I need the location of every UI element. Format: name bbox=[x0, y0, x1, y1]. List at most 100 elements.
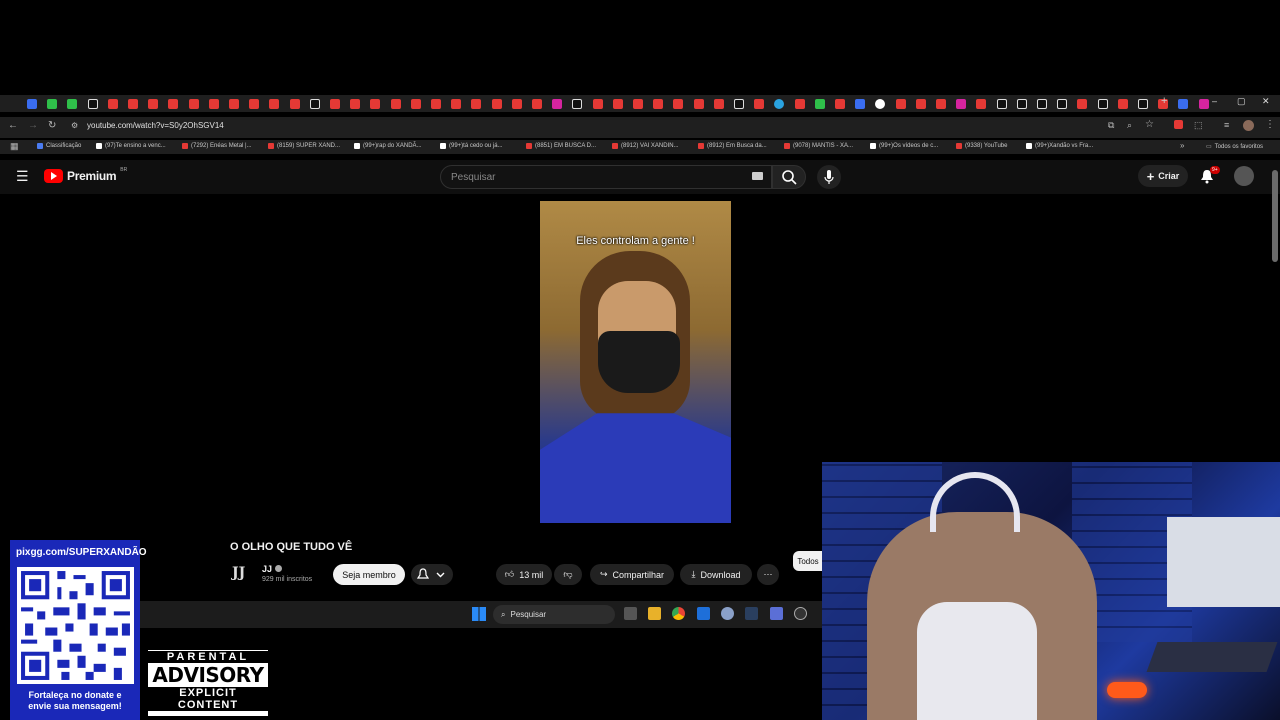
browser-tab[interactable] bbox=[249, 99, 260, 109]
browser-tab[interactable] bbox=[1016, 99, 1027, 109]
browser-tab[interactable] bbox=[269, 99, 280, 109]
more-bookmarks-icon[interactable]: » bbox=[1180, 141, 1184, 150]
bookmark-star-icon[interactable]: ☆ bbox=[1145, 119, 1154, 130]
share-button[interactable]: ↪ Compartilhar bbox=[590, 564, 674, 585]
browser-tab[interactable] bbox=[814, 99, 825, 109]
browser-tab[interactable] bbox=[511, 99, 522, 109]
all-favorites[interactable]: ▭ Todos os favoritos bbox=[1206, 143, 1263, 151]
new-tab-icon[interactable]: + bbox=[1161, 95, 1167, 107]
subscription-bell-button[interactable] bbox=[411, 564, 453, 585]
browser-tab[interactable] bbox=[592, 99, 603, 109]
browser-tab[interactable] bbox=[794, 99, 805, 109]
browser-tab[interactable] bbox=[1097, 99, 1108, 109]
browser-tab[interactable] bbox=[188, 99, 199, 109]
browser-tab[interactable] bbox=[148, 99, 159, 109]
back-icon[interactable]: ← bbox=[8, 120, 18, 131]
browser-tab[interactable] bbox=[1117, 99, 1128, 109]
media-icon[interactable]: ≡ bbox=[1224, 120, 1229, 130]
voice-search-button[interactable] bbox=[817, 165, 841, 189]
browser-tab[interactable] bbox=[128, 99, 138, 109]
file-explorer-icon[interactable] bbox=[648, 607, 661, 620]
steam-icon[interactable] bbox=[745, 607, 758, 620]
extensions-icon[interactable]: ⬚ bbox=[1194, 120, 1203, 131]
forward-icon[interactable]: → bbox=[28, 120, 38, 131]
browser-tab[interactable] bbox=[1057, 99, 1068, 109]
bookmark-item[interactable]: (99+)tá cedo ou já... bbox=[440, 143, 503, 149]
browser-tab[interactable] bbox=[713, 99, 724, 109]
filter-chip-all[interactable]: Todos bbox=[793, 551, 823, 571]
browser-tab[interactable] bbox=[895, 99, 906, 109]
browser-tab[interactable] bbox=[633, 99, 643, 109]
download-button[interactable]: ⤓ Download bbox=[680, 564, 752, 585]
browser-tab[interactable] bbox=[491, 99, 502, 109]
url-field[interactable]: youtube.com/watch?v=S0y2OhSGV14 bbox=[87, 121, 224, 130]
create-button[interactable]: + Criar bbox=[1138, 165, 1188, 187]
obs-icon[interactable] bbox=[794, 607, 807, 620]
browser-tab[interactable] bbox=[774, 99, 785, 109]
more-actions-button[interactable]: ⋯ bbox=[757, 564, 779, 585]
video-player[interactable]: Eles controlam a gente ! bbox=[540, 201, 731, 523]
browser-tab[interactable] bbox=[754, 99, 765, 109]
browser-tab[interactable] bbox=[27, 99, 37, 109]
close-window-icon[interactable]: ✕ bbox=[1262, 96, 1270, 107]
browser-tab[interactable] bbox=[552, 99, 563, 109]
browser-tab[interactable] bbox=[532, 99, 542, 109]
channel-name[interactable]: JJ bbox=[262, 564, 282, 574]
bookmark-item[interactable]: (99+)rap do XANDÃ... bbox=[354, 143, 422, 149]
windows-start-icon[interactable] bbox=[472, 607, 486, 621]
search-button[interactable] bbox=[772, 165, 806, 189]
bookmark-item[interactable]: (8912) Em Busca da... bbox=[698, 143, 767, 149]
bookmark-item[interactable]: (8912) VAI XANDIN... bbox=[612, 143, 679, 149]
bookmark-item[interactable]: (99+)Os vídeos de c... bbox=[870, 143, 938, 149]
browser-tab[interactable] bbox=[693, 99, 704, 109]
browser-tab[interactable] bbox=[1138, 99, 1148, 109]
browser-tab[interactable] bbox=[229, 99, 239, 109]
bookmark-item[interactable]: Classificação bbox=[37, 143, 81, 149]
keyboard-icon[interactable] bbox=[752, 172, 763, 180]
browser-tab[interactable] bbox=[390, 99, 401, 109]
browser-tab[interactable] bbox=[734, 99, 744, 109]
join-button[interactable]: Seja membro bbox=[333, 564, 405, 585]
bookmark-item[interactable]: (9338) YouTube bbox=[956, 143, 1007, 149]
browser-tab[interactable] bbox=[835, 99, 845, 109]
search-input[interactable]: Pesquisar bbox=[440, 165, 772, 189]
app-icon[interactable] bbox=[697, 607, 710, 620]
browser-tab[interactable] bbox=[168, 99, 179, 109]
bookmark-item[interactable]: (99+)Xandão vs Fra... bbox=[1026, 143, 1093, 149]
browser-tab[interactable] bbox=[1178, 99, 1189, 109]
minimize-icon[interactable]: – bbox=[1212, 96, 1217, 106]
install-app-icon[interactable]: ⧉ bbox=[1108, 120, 1114, 131]
app-icon[interactable] bbox=[770, 607, 783, 620]
browser-tab[interactable] bbox=[431, 99, 441, 109]
browser-tab[interactable] bbox=[67, 99, 78, 109]
browser-tab[interactable] bbox=[1077, 99, 1088, 109]
site-info-icon[interactable]: ⚙ bbox=[71, 121, 78, 130]
task-view-icon[interactable] bbox=[624, 607, 637, 620]
menu-icon[interactable]: ☰ bbox=[16, 168, 29, 185]
browser-tab[interactable] bbox=[47, 99, 58, 109]
browser-menu-icon[interactable]: ⋮ bbox=[1265, 119, 1275, 130]
browser-tab[interactable] bbox=[350, 99, 361, 109]
channel-logo[interactable]: JJ bbox=[232, 565, 252, 583]
bookmark-item[interactable]: (97)Te ensino a venc... bbox=[96, 143, 166, 149]
youtube-logo[interactable]: Premium BR bbox=[44, 167, 127, 183]
browser-tab[interactable] bbox=[370, 99, 381, 109]
apps-grid-icon[interactable]: ▦ bbox=[10, 141, 19, 152]
bookmark-item[interactable]: (8159) SUPER XAND... bbox=[268, 143, 340, 149]
browser-tab[interactable] bbox=[289, 99, 300, 109]
browser-tab[interactable] bbox=[572, 99, 583, 109]
scrollbar[interactable] bbox=[1272, 170, 1278, 262]
maximize-icon[interactable]: ▢ bbox=[1237, 96, 1246, 107]
like-button[interactable]: 👍︎ 13 mil bbox=[496, 564, 552, 585]
browser-tab[interactable] bbox=[208, 99, 219, 109]
browser-tab[interactable] bbox=[612, 99, 623, 109]
browser-tab[interactable] bbox=[1198, 99, 1209, 109]
browser-tab[interactable] bbox=[471, 99, 482, 109]
profile-avatar[interactable] bbox=[1243, 120, 1254, 131]
browser-tab[interactable] bbox=[855, 99, 866, 109]
browser-tab[interactable] bbox=[330, 99, 340, 109]
reload-icon[interactable]: ↻ bbox=[48, 120, 56, 131]
bookmark-item[interactable]: (9078) MANTIS - XA... bbox=[784, 143, 853, 149]
settings-icon[interactable] bbox=[721, 607, 734, 620]
browser-tab[interactable] bbox=[996, 99, 1007, 109]
